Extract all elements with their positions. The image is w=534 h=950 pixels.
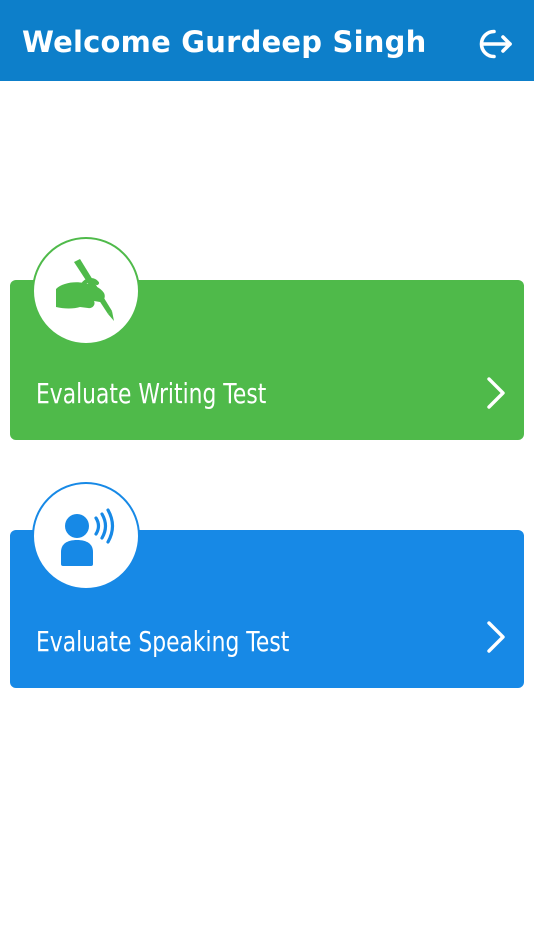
logout-icon [479,29,512,59]
app-header: Welcome Gurdeep Singh [0,0,534,81]
writing-hand-icon [56,259,114,321]
logout-button[interactable] [466,22,516,66]
evaluate-speaking-label: Evaluate Speaking Test [36,625,290,658]
home-screen: Welcome Gurdeep Singh Evaluate Writing T… [0,0,534,950]
writing-badge [32,237,140,345]
evaluate-writing-label: Evaluate Writing Test [36,377,267,410]
chevron-right-icon [487,377,505,409]
welcome-title: Welcome Gurdeep Singh [22,25,427,59]
speaking-person-icon [61,508,115,566]
speaking-badge [32,482,140,590]
chevron-right-icon [487,621,505,653]
